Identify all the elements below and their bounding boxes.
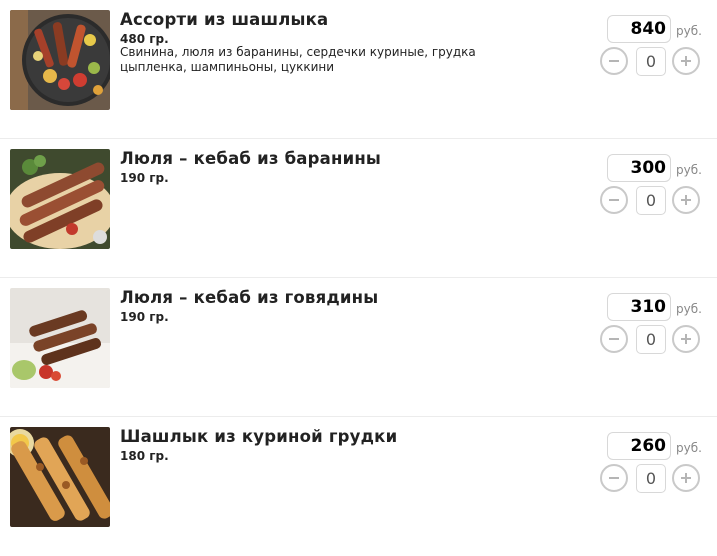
- dish-photo[interactable]: [10, 427, 110, 527]
- dish-description: Свинина, люля из баранины, сердечки кури…: [120, 45, 476, 74]
- plus-icon: [681, 56, 691, 66]
- currency-label: руб.: [676, 302, 702, 316]
- currency-label: руб.: [676, 24, 702, 38]
- quantity-input[interactable]: 0: [636, 325, 666, 354]
- minus-icon: [609, 338, 619, 340]
- increase-quantity-button[interactable]: [672, 47, 700, 75]
- minus-icon: [609, 199, 619, 201]
- quantity-input[interactable]: 0: [636, 186, 666, 215]
- price-value: 300: [607, 154, 671, 182]
- dish-photo[interactable]: [10, 288, 110, 388]
- dish-photo[interactable]: [10, 149, 110, 249]
- decrease-quantity-button[interactable]: [600, 47, 628, 75]
- dish-photo[interactable]: [10, 10, 110, 110]
- dish-weight: 190 гр.: [120, 171, 169, 185]
- decrease-quantity-button[interactable]: [600, 325, 628, 353]
- currency-label: руб.: [676, 163, 702, 177]
- decrease-quantity-button[interactable]: [600, 464, 628, 492]
- plus-icon: [681, 195, 691, 205]
- dish-title[interactable]: Шашлык из куриной грудки: [120, 427, 397, 446]
- increase-quantity-button[interactable]: [672, 464, 700, 492]
- plus-icon: [681, 473, 691, 483]
- menu-item: Ассорти из шашлыка 480 гр. Свинина, люля…: [0, 0, 717, 139]
- dish-title[interactable]: Ассорти из шашлыка: [120, 10, 328, 29]
- decrease-quantity-button[interactable]: [600, 186, 628, 214]
- dish-weight: 190 гр.: [120, 310, 169, 324]
- menu-item: Люля – кебаб из баранины 190 гр. 300 руб…: [0, 139, 717, 278]
- minus-icon: [609, 60, 619, 62]
- menu-item: Люля – кебаб из говядины 190 гр. 310 руб…: [0, 278, 717, 417]
- plus-icon: [681, 334, 691, 344]
- price-value: 260: [607, 432, 671, 460]
- quantity-input[interactable]: 0: [636, 464, 666, 493]
- price-value: 840: [607, 15, 671, 43]
- price-value: 310: [607, 293, 671, 321]
- currency-label: руб.: [676, 441, 702, 455]
- minus-icon: [609, 477, 619, 479]
- menu-item: Шашлык из куриной грудки 180 гр. 260 руб…: [0, 417, 717, 556]
- quantity-input[interactable]: 0: [636, 47, 666, 76]
- dish-weight: 180 гр.: [120, 449, 169, 463]
- increase-quantity-button[interactable]: [672, 325, 700, 353]
- dish-title[interactable]: Люля – кебаб из говядины: [120, 288, 378, 307]
- dish-weight: 480 гр.: [120, 32, 169, 46]
- increase-quantity-button[interactable]: [672, 186, 700, 214]
- dish-title[interactable]: Люля – кебаб из баранины: [120, 149, 381, 168]
